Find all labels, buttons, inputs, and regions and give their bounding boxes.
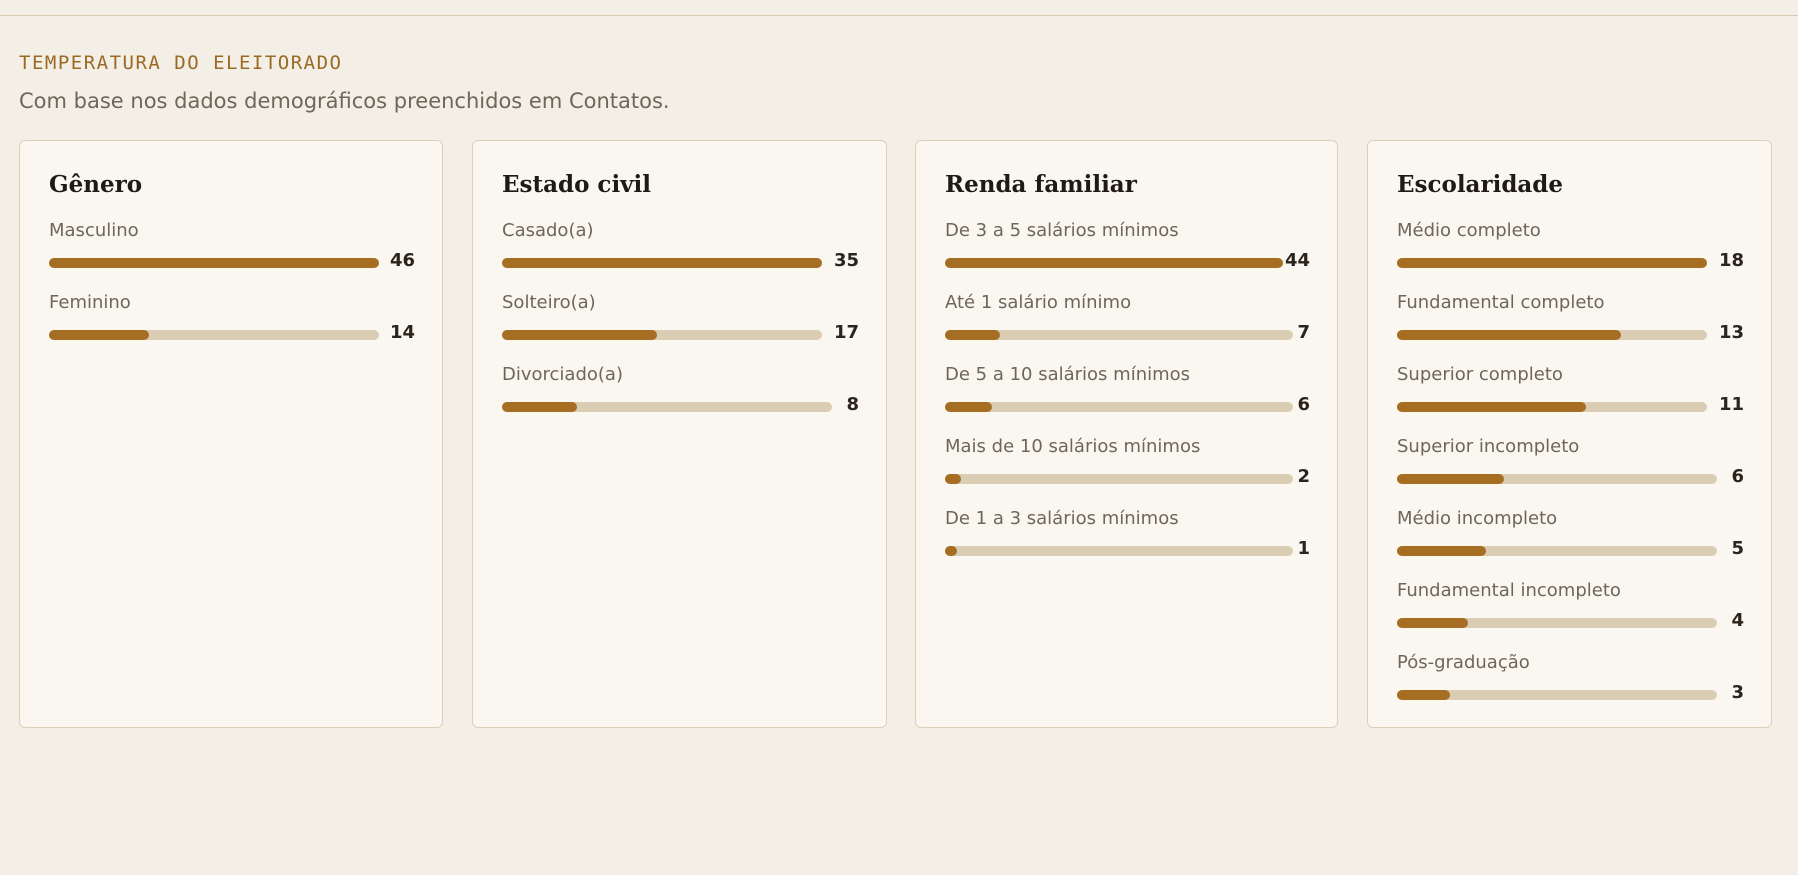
stat-label: Fundamental completo — [1397, 292, 1605, 313]
stat-bar-fill — [1397, 402, 1586, 412]
stat-value: 5 — [1731, 538, 1744, 559]
stat-label: Médio incompleto — [1397, 508, 1558, 529]
card-title: Escolaridade — [1397, 171, 1564, 198]
card-genero: Gênero Masculino 46 Feminino 14 — [19, 140, 443, 728]
stat-bar-track — [1397, 474, 1717, 484]
stat-value: 7 — [1297, 322, 1310, 343]
stat-label: De 1 a 3 salários mínimos — [945, 508, 1179, 529]
stat-label: Feminino — [49, 292, 131, 313]
stat-bar-track — [1397, 258, 1707, 268]
stat-bar-fill — [1397, 618, 1468, 628]
section-title: TEMPERATURA DO ELEITORADO — [19, 52, 343, 74]
stat-value: 8 — [846, 394, 859, 415]
stat-bar-fill — [502, 258, 822, 268]
stat-label: Fundamental incompleto — [1397, 580, 1621, 601]
stat-bar-fill — [945, 546, 957, 556]
stat-value: 1 — [1297, 538, 1310, 559]
stat-bar-fill — [945, 402, 992, 412]
stat-value: 46 — [389, 250, 415, 271]
stat-value: 3 — [1731, 682, 1744, 703]
stat-value: 17 — [833, 322, 859, 343]
stat-label: Até 1 salário mínimo — [945, 292, 1132, 313]
stat-label: Superior incompleto — [1397, 436, 1580, 457]
card-title: Renda familiar — [945, 171, 1137, 198]
stat-value: 11 — [1718, 394, 1744, 415]
stat-bar-fill — [1397, 690, 1450, 700]
stat-bar-track — [1397, 402, 1707, 412]
stat-bar-track — [49, 330, 379, 340]
stat-bar-track — [502, 402, 832, 412]
stat-label: Mais de 10 salários mínimos — [945, 436, 1201, 457]
stat-label: Pós-graduação — [1397, 652, 1530, 673]
stat-bar-fill — [1397, 330, 1621, 340]
stat-value: 13 — [1718, 322, 1744, 343]
section-subtitle: Com base nos dados demográficos preenchi… — [19, 89, 670, 113]
stat-bar-track — [1397, 330, 1707, 340]
stat-bar-track — [945, 474, 1293, 484]
stat-value: 18 — [1718, 250, 1744, 271]
stat-bar-fill — [1397, 258, 1707, 268]
stat-bar-fill — [502, 402, 577, 412]
stat-label: De 3 a 5 salários mínimos — [945, 220, 1179, 241]
stat-label: Médio completo — [1397, 220, 1541, 241]
stat-bar-fill — [945, 258, 1283, 268]
card-estado-civil: Estado civil Casado(a) 35 Solteiro(a) 17 Divo… — [472, 140, 887, 728]
stat-label: Solteiro(a) — [502, 292, 596, 313]
card-escolaridade: Escolaridade Médio completo 18 Fundamental … — [1367, 140, 1772, 728]
card-title: Estado civil — [502, 171, 652, 198]
top-divider — [0, 15, 1798, 16]
stat-bar-track — [1397, 618, 1717, 628]
stat-bar-track — [1397, 690, 1717, 700]
stat-bar-track — [945, 402, 1293, 412]
stat-label: De 5 a 10 salários mínimos — [945, 364, 1191, 385]
stat-bar-track — [945, 330, 1293, 340]
stat-bar-fill — [1397, 474, 1504, 484]
stat-label: Divorciado(a) — [502, 364, 623, 385]
stat-label: Casado(a) — [502, 220, 594, 241]
stat-bar-track — [49, 258, 379, 268]
stat-bar-track — [945, 546, 1293, 556]
stat-value: 4 — [1731, 610, 1744, 631]
card-renda-familiar: Renda familiar De 3 a 5 salários mínimos 4… — [915, 140, 1338, 728]
stat-bar-fill — [1397, 546, 1486, 556]
card-title: Gênero — [49, 171, 143, 198]
stat-bar-fill — [49, 330, 149, 340]
stat-bar-fill — [502, 330, 657, 340]
stat-value: 2 — [1297, 466, 1310, 487]
stat-bar-track — [502, 258, 822, 268]
stat-bar-track — [502, 330, 822, 340]
stat-value: 14 — [389, 322, 415, 343]
stat-bar-track — [1397, 546, 1717, 556]
stat-value: 44 — [1284, 250, 1310, 271]
stat-bar-track — [945, 258, 1283, 268]
stat-value: 35 — [833, 250, 859, 271]
stat-label: Masculino — [49, 220, 139, 241]
stat-label: Superior completo — [1397, 364, 1563, 385]
stat-value: 6 — [1297, 394, 1310, 415]
stat-bar-fill — [945, 330, 1000, 340]
stat-value: 6 — [1731, 466, 1744, 487]
stat-bar-fill — [49, 258, 379, 268]
stat-bar-fill — [945, 474, 961, 484]
